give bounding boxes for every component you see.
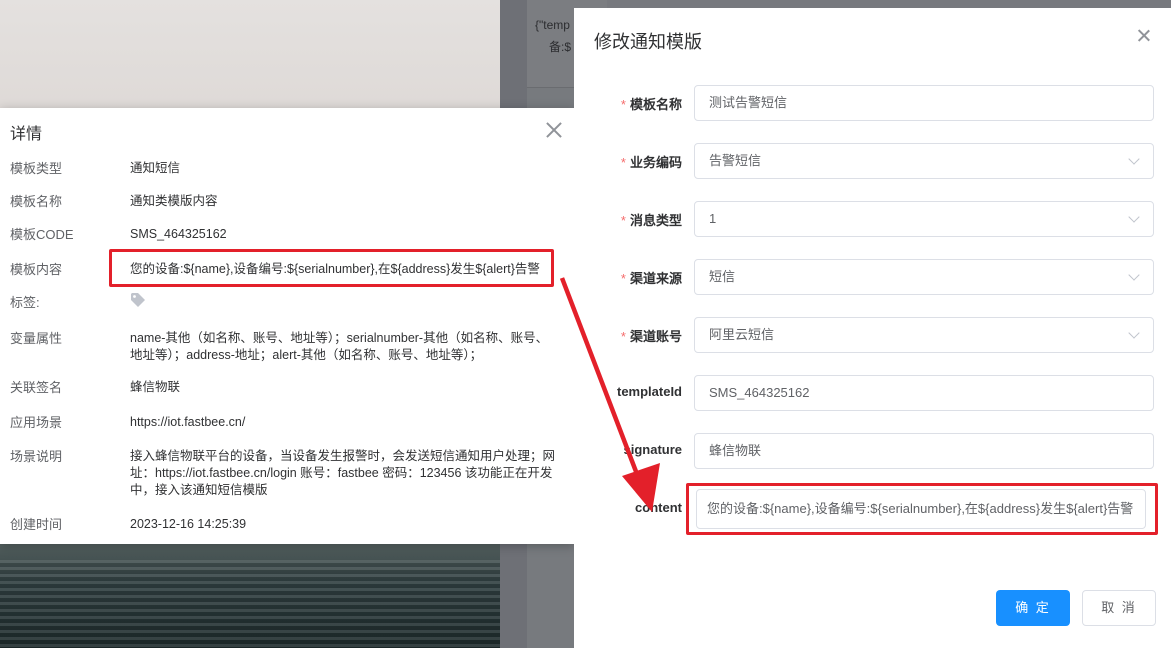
template-id-input[interactable]: SMS_464325162 (694, 375, 1154, 411)
detail-label: 模板内容 (10, 262, 63, 277)
form-row-template-id: templateId SMS_464325162 (574, 375, 1171, 411)
content-highlight-box (109, 249, 554, 287)
detail-label: 创建时间 (10, 517, 63, 532)
required-mark: * (620, 271, 626, 286)
close-icon[interactable] (543, 119, 565, 141)
water-reflection (0, 560, 500, 648)
required-mark: * (620, 155, 626, 170)
form-label: * 渠道来源 (620, 271, 682, 286)
form-label: signature (623, 442, 682, 457)
detail-label: 模板类型 (10, 161, 63, 176)
detail-label: 应用场景 (10, 415, 63, 430)
form-row-message-type: * 消息类型 1 (574, 201, 1171, 237)
form-row-template-name: * 模板名称 测试告警短信 (574, 85, 1171, 121)
detail-dialog-header: 详情 (0, 108, 574, 152)
cancel-button[interactable]: 取 消 (1082, 590, 1156, 626)
detail-value: 接入蜂信物联平台的设备，当设备发生报警时，会发送短信通知用户处理；网址：http… (130, 449, 556, 497)
detail-value: name-其他（如名称、账号、地址等）；serialnumber-其他（如名称、… (130, 331, 549, 362)
detail-value: 通知短信 (130, 161, 181, 175)
form-label: * 渠道账号 (620, 329, 682, 344)
required-mark: * (620, 97, 626, 112)
tag-icon (131, 293, 145, 307)
business-code-select[interactable]: 告警短信 (694, 143, 1154, 179)
detail-value: SMS_464325162 (130, 227, 227, 241)
channel-account-select[interactable]: 阿里云短信 (694, 317, 1154, 353)
detail-value: 2023-12-16 14:25:39 (130, 517, 247, 531)
detail-dialog-title: 详情 (10, 126, 43, 143)
edit-dialog-title: 修改通知模版 (594, 32, 702, 52)
form-row-channel-account: * 渠道账号 阿里云短信 (574, 317, 1171, 353)
channel-source-select[interactable]: 短信 (694, 259, 1154, 295)
form-row-channel-source: * 渠道来源 短信 (574, 259, 1171, 295)
detail-value: 蜂信物联 (130, 380, 181, 394)
required-mark: * (620, 329, 626, 344)
detail-label: 标签: (10, 295, 40, 310)
content-input[interactable]: 您的设备:${name},设备编号:${serialnumber},在${add… (696, 489, 1146, 529)
detail-label: 变量属性 (10, 331, 63, 346)
detail-label: 模板CODE (10, 227, 74, 242)
form-label: * 消息类型 (620, 213, 682, 228)
detail-label: 关联签名 (10, 380, 63, 395)
detail-value: https://iot.fastbee.cn/ (130, 415, 246, 429)
confirm-button[interactable]: 确 定 (996, 590, 1070, 626)
form-row-signature: signature 蜂信物联 (574, 433, 1171, 469)
template-name-input[interactable]: 测试告警短信 (694, 85, 1154, 121)
form-row-business-code: * 业务编码 告警短信 (574, 143, 1171, 179)
form-label: content (635, 500, 682, 515)
form-label: * 业务编码 (620, 155, 682, 170)
edit-dialog: 修改通知模版 * 模板名称 测试告警短信 * 业务编码 告警短信 * 消息类型 1 *… (574, 8, 1171, 648)
message-type-select[interactable]: 1 (694, 201, 1154, 237)
required-mark: * (620, 213, 626, 228)
detail-value: 通知类模版内容 (130, 194, 218, 208)
signature-input[interactable]: 蜂信物联 (694, 433, 1154, 469)
detail-dialog: 详情 模板类型 通知短信 模板名称 通知类模版内容 模板CODE SMS_464… (0, 108, 574, 544)
detail-label: 场景说明 (10, 449, 63, 464)
detail-label: 模板名称 (10, 194, 63, 209)
form-label: templateId (616, 384, 682, 399)
close-icon[interactable] (1136, 28, 1152, 44)
form-label: * 模板名称 (620, 97, 682, 112)
